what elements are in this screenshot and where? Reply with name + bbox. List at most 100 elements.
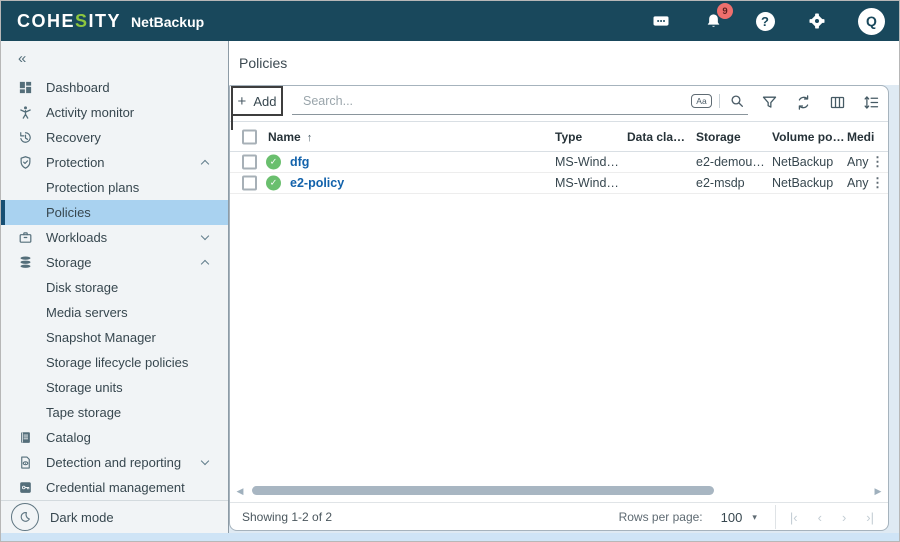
help-icon[interactable]: ? (754, 10, 776, 32)
last-page-icon[interactable]: ›| (866, 510, 874, 525)
policy-volume-pool: NetBackup (772, 176, 833, 190)
activity-monitor-icon (17, 105, 33, 121)
filter-icon[interactable] (760, 93, 779, 112)
sidebar-item-protection-plans[interactable]: Protection plans (1, 175, 228, 200)
row-checkbox[interactable] (242, 176, 257, 191)
next-page-icon[interactable]: › (842, 510, 846, 525)
plus-icon: + (238, 93, 247, 110)
sidebar-item-storage[interactable]: Storage (1, 250, 228, 275)
table-row[interactable]: ✓ e2-policy MS-Wind… e2-msdp NetBackup A… (230, 173, 888, 194)
sidebar-item-snapshot-manager[interactable]: Snapshot Manager (1, 325, 228, 350)
policy-storage: e2-msdp (696, 176, 745, 190)
rows-per-page-value[interactable]: 100 (721, 510, 743, 525)
product-name: NetBackup (131, 14, 204, 30)
sidebar-item-media-servers[interactable]: Media servers (1, 300, 228, 325)
sidebar-item-dashboard[interactable]: Dashboard (1, 75, 228, 100)
brand-pre: COHE (17, 11, 75, 31)
sidebar-item-detection-and-reporting[interactable]: Detection and reporting (1, 450, 228, 475)
column-header-volume-pool[interactable]: Volume po… (772, 130, 844, 144)
match-case-icon[interactable]: Aa (691, 94, 712, 108)
search-bar: Aa (292, 88, 748, 115)
credential-key-icon (17, 480, 33, 496)
sidebar-item-storage-lifecycle-policies[interactable]: Storage lifecycle policies (1, 350, 228, 375)
scroll-right-icon[interactable]: ▶ (868, 486, 888, 497)
sidebar-item-credential-management[interactable]: Credential management (1, 475, 228, 500)
sidebar-collapse-button[interactable]: « (1, 41, 228, 75)
policy-media: Any (847, 155, 869, 169)
chevron-up-icon[interactable] (201, 160, 209, 168)
sidebar-item-label: Workloads (46, 230, 107, 245)
scroll-left-icon[interactable]: ◀ (230, 486, 250, 497)
add-button[interactable]: + Add (231, 86, 283, 116)
chevron-up-icon[interactable] (201, 260, 209, 268)
license-ticket-icon[interactable] (650, 10, 672, 32)
catalog-book-icon (17, 430, 33, 446)
gear-glyph (808, 12, 826, 30)
sidebar-item-catalog[interactable]: Catalog (1, 425, 228, 450)
dark-mode-label: Dark mode (50, 510, 114, 525)
chevron-down-icon[interactable] (201, 457, 209, 465)
select-all-checkbox[interactable] (242, 129, 257, 144)
notification-count-badge: 9 (717, 3, 733, 19)
storage-database-icon (17, 255, 33, 271)
add-button-label: Add (253, 94, 276, 109)
rows-per-page-label: Rows per page: (619, 510, 703, 524)
first-page-icon[interactable]: |‹ (790, 510, 798, 525)
sort-asc-icon: ↑ (307, 132, 313, 144)
scrollbar-thumb[interactable] (252, 486, 714, 495)
search-icon[interactable] (727, 91, 746, 110)
row-actions-kebab-icon[interactable]: ⋮ (871, 154, 884, 170)
column-header-data-class[interactable]: Data cla… (627, 130, 685, 144)
sidebar-item-label: Protection (46, 155, 105, 170)
user-avatar[interactable]: Q (858, 8, 885, 35)
column-header-name[interactable]: Name↑ (268, 130, 312, 144)
settings-gear-icon[interactable] (806, 10, 828, 32)
sidebar-item-activity-monitor[interactable]: Activity monitor (1, 100, 228, 125)
page-title-bar: Policies (229, 41, 899, 85)
recovery-history-icon (17, 130, 33, 146)
sidebar-item-label: Policies (46, 205, 91, 220)
status-active-icon: ✓ (266, 176, 281, 191)
policy-type: MS-Wind… (555, 176, 619, 190)
rows-per-page-caret-icon[interactable]: ▾ (752, 512, 757, 523)
pagination-controls: |‹ ‹ › ›| (790, 510, 874, 525)
policy-name-link[interactable]: dfg (290, 155, 309, 169)
refresh-icon[interactable] (794, 93, 813, 112)
sidebar-item-storage-units[interactable]: Storage units (1, 375, 228, 400)
help-glyph: ? (756, 12, 775, 31)
sidebar-item-policies[interactable]: Policies (1, 200, 228, 225)
policies-card: + Add Aa (229, 85, 889, 531)
row-checkbox[interactable] (242, 155, 257, 170)
sidebar-item-tape-storage[interactable]: Tape storage (1, 400, 228, 425)
sidebar-item-label: Storage units (46, 380, 123, 395)
column-header-storage[interactable]: Storage (696, 130, 741, 144)
footer-divider (775, 505, 776, 529)
sidebar-item-recovery[interactable]: Recovery (1, 125, 228, 150)
previous-page-icon[interactable]: ‹ (818, 510, 822, 525)
sidebar-item-label: Detection and reporting (46, 455, 181, 470)
search-input[interactable] (292, 88, 652, 114)
chevron-down-icon[interactable] (201, 232, 209, 240)
column-header-media[interactable]: Medi (847, 130, 874, 144)
column-header-type[interactable]: Type (555, 130, 582, 144)
scrollbar-track[interactable] (250, 486, 868, 496)
moon-icon (11, 503, 39, 531)
sidebar: « Dashboard Activity monitor (1, 41, 229, 533)
sidebar-item-workloads[interactable]: Workloads (1, 225, 228, 250)
sidebar-item-disk-storage[interactable]: Disk storage (1, 275, 228, 300)
sidebar-item-protection[interactable]: Protection (1, 150, 228, 175)
policy-volume-pool: NetBackup (772, 155, 833, 169)
policy-name-link[interactable]: e2-policy (290, 176, 344, 190)
columns-icon[interactable] (828, 93, 847, 112)
main-area: Policies + Add Aa (229, 41, 899, 533)
app-window: COHESITY NetBackup 9 ? (0, 0, 900, 542)
brand-green-letter: S (75, 11, 89, 31)
row-actions-kebab-icon[interactable]: ⋮ (871, 175, 884, 191)
row-density-icon[interactable] (862, 93, 881, 112)
notifications-bell-icon[interactable]: 9 (702, 10, 724, 32)
dark-mode-toggle[interactable]: Dark mode (1, 500, 228, 533)
table-row[interactable]: ✓ dfg MS-Wind… e2-demou… NetBackup Any ⋮ (230, 152, 888, 173)
sidebar-item-label: Media servers (46, 305, 128, 320)
table-header-row: Name↑ Type Data cla… Storage Volume po… … (230, 121, 888, 152)
brand-post: ITY (89, 11, 122, 31)
